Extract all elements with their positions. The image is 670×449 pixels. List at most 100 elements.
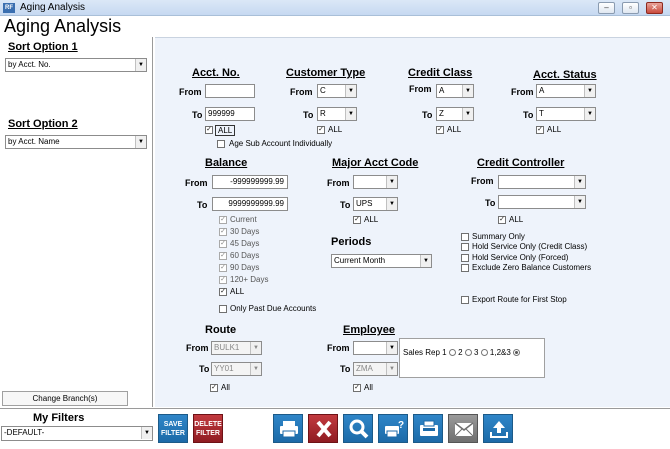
balance-current-checkbox[interactable]: ✓ [219,216,227,224]
credit-controller-all-checkbox[interactable]: ✓ [498,216,506,224]
print-button[interactable] [273,414,303,443]
employee-to-value: ZMA [356,364,373,373]
bottom-separator [0,408,670,409]
acct-no-to-input[interactable]: 999999 [205,107,255,121]
chevron-down-icon: ▼ [345,108,356,120]
export-route-checkbox[interactable] [461,296,469,304]
sort-option-1-title: Sort Option 1 [8,41,78,53]
customer-type-to-select[interactable]: R ▼ [317,107,357,121]
sales-rep-1-radio[interactable] [448,349,456,357]
my-filters-select[interactable]: -DEFAULT- ▼ [1,426,153,441]
acct-status-from-select[interactable]: A ▼ [536,84,596,98]
sales-rep-all-radio[interactable] [513,349,521,357]
acct-status-to-select[interactable]: T ▼ [536,107,596,121]
route-from-value: BULK1 [214,343,240,352]
hold-forced-checkbox[interactable] [461,254,469,262]
preview-button[interactable] [343,414,373,443]
balance-from-input[interactable]: -999999999.99 [212,175,288,189]
summary-only-checkbox[interactable] [461,233,469,241]
credit-controller-from-select[interactable]: ▼ [498,175,586,189]
credit-controller-all-label: ALL [509,215,524,224]
balance-120-days-checkbox[interactable]: ✓ [219,276,227,284]
customer-type-to-label: To [303,110,314,120]
balance-30-days-checkbox[interactable]: ✓ [219,228,227,236]
employee-to-select[interactable]: ZMA ▼ [353,362,398,376]
export-button[interactable] [483,414,513,443]
major-acct-code-title: Major Acct Code [332,157,419,169]
route-all-checkbox[interactable]: ✓ [210,384,218,392]
sales-rep-3-radio[interactable] [480,349,488,357]
my-filters-value: -DEFAULT- [4,428,45,437]
sort-option-2-select[interactable]: by Acct. Name ▼ [5,135,147,149]
change-branch-button[interactable]: Change Branch(s) [2,391,128,406]
acct-no-from-label: From [179,87,202,97]
balance-to-input[interactable]: 9999999999.99 [212,197,288,211]
credit-class-all-checkbox[interactable]: ✓ [436,126,444,134]
balance-45-days-checkbox[interactable]: ✓ [219,240,227,248]
major-acct-code-from-label: From [327,178,350,188]
email-icon [454,422,474,437]
print-options-button[interactable]: ? [378,414,408,443]
hold-credit-class-checkbox[interactable] [461,243,469,251]
svg-text:?: ? [398,420,404,431]
major-acct-code-to-label: To [340,200,351,210]
credit-class-from-select[interactable]: A ▼ [436,84,474,98]
employee-from-select[interactable]: ▼ [353,341,398,355]
save-filter-button[interactable]: SAVE FILTER [158,414,188,443]
balance-90-days-checkbox[interactable]: ✓ [219,264,227,272]
credit-class-title: Credit Class [408,67,473,79]
age-sub-account-checkbox[interactable] [217,140,225,148]
chevron-down-icon: ▼ [386,198,397,210]
cancel-button[interactable] [308,414,338,443]
sales-rep-2-radio[interactable] [464,349,472,357]
major-acct-code-to-select[interactable]: UPS ▼ [353,197,398,211]
acct-no-all-checkbox[interactable]: ✓ [205,126,213,134]
app-icon: RF [3,3,15,13]
acct-status-title: Acct. Status [533,69,597,81]
credit-class-to-label: To [422,110,433,120]
maximize-button[interactable]: ▫ [622,2,639,14]
balance-to-label: To [197,200,208,210]
credit-class-to-select[interactable]: Z ▼ [436,107,474,121]
printer-icon [280,421,298,438]
customer-type-from-select[interactable]: C ▼ [317,84,357,98]
sort-option-2-value: by Acct. Name [8,137,60,146]
minimize-button[interactable]: – [598,2,615,14]
employee-all-checkbox[interactable]: ✓ [353,384,361,392]
customer-type-all-checkbox[interactable]: ✓ [317,126,325,134]
filter-panel: Acct. No. From To 999999 ✓ ALL Age Sub A… [155,37,670,407]
close-button[interactable]: ✕ [646,2,663,14]
route-to-select[interactable]: YY01 ▼ [211,362,262,376]
credit-controller-from-label: From [471,176,494,186]
employee-title: Employee [343,324,395,336]
major-acct-code-all-checkbox[interactable]: ✓ [353,216,361,224]
delete-filter-button[interactable]: DELETE FILTER [193,414,223,443]
fax-button[interactable] [413,414,443,443]
chevron-down-icon: ▼ [462,108,473,120]
route-to-value: YY01 [214,364,234,373]
save-filter-label-1: SAVE [163,421,183,428]
periods-select[interactable]: Current Month ▼ [331,254,432,268]
customer-type-from-label: From [290,87,313,97]
credit-controller-to-select[interactable]: ▼ [498,195,586,209]
credit-class-from-label: From [409,84,432,94]
left-panel: Sort Option 1 by Acct. No. ▼ Sort Option … [0,37,153,407]
customer-type-title: Customer Type [286,67,366,79]
sort-option-1-select[interactable]: by Acct. No. ▼ [5,58,147,72]
email-button[interactable] [448,414,478,443]
major-acct-code-from-select[interactable]: ▼ [353,175,398,189]
only-past-due-checkbox[interactable] [219,305,227,313]
close-icon [316,420,332,438]
credit-class-to-value: Z [439,109,444,118]
balance-60-days-checkbox[interactable]: ✓ [219,252,227,260]
periods-value: Current Month [334,256,386,265]
route-from-select[interactable]: BULK1 ▼ [211,341,262,355]
search-icon [349,419,369,439]
periods-title: Periods [331,236,372,248]
hold-credit-class-label: Hold Service Only (Credit Class) [472,242,588,251]
exclude-zero-balance-checkbox[interactable] [461,264,469,272]
sales-rep-2-label: 2 [458,348,463,357]
acct-status-all-checkbox[interactable]: ✓ [536,126,544,134]
balance-all-checkbox[interactable]: ✓ [219,288,227,296]
acct-no-from-input[interactable] [205,84,255,98]
